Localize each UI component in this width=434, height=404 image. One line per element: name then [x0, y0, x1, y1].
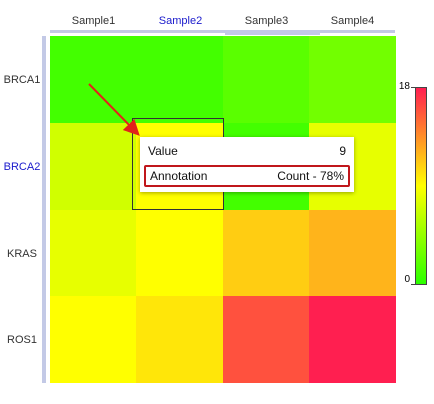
legend-min-label: 0 [404, 274, 410, 285]
row-header-ros1[interactable]: ROS1 [0, 296, 44, 383]
legend-color-scale [415, 87, 427, 285]
column-dendrogram-highlight [225, 31, 320, 35]
heatmap-cell-kras-sample2[interactable] [136, 209, 224, 297]
tooltip-annotation-label: Annotation [150, 169, 208, 183]
tooltip-value-label: Value [148, 144, 178, 158]
cell-tooltip: Value 9 Annotation Count - 78% [140, 137, 354, 192]
heatmap-cell-brca1-sample4[interactable] [308, 36, 396, 123]
heatmap-cell-brca1-sample1[interactable] [50, 36, 137, 123]
heatmap-cell-kras-sample3[interactable] [222, 209, 310, 297]
column-header-sample4[interactable]: Sample4 [309, 12, 396, 30]
column-dendrogram-bar [50, 30, 395, 33]
tooltip-value-row: Value 9 [144, 141, 350, 161]
row-header-kras[interactable]: KRAS [0, 210, 44, 297]
heatmap-cell-ros1-sample1[interactable] [50, 296, 137, 384]
tooltip-annotation-row: Annotation Count - 78% [144, 165, 350, 187]
tooltip-value: 9 [339, 144, 346, 158]
heatmap-cell-ros1-sample3[interactable] [222, 296, 310, 384]
tooltip-annotation-value: Count - 78% [277, 169, 344, 183]
column-header-sample1[interactable]: Sample1 [50, 12, 137, 30]
heatmap-widget: Sample1 Sample2 Sample3 Sample4 BRCA1 BR… [0, 0, 434, 404]
legend-tick-max [411, 87, 415, 88]
heatmap-cell-kras-sample4[interactable] [308, 209, 396, 297]
heatmap-cell-ros1-sample2[interactable] [136, 296, 224, 384]
heatmap-cell-brca1-sample3[interactable] [222, 36, 310, 123]
row-header-brca2[interactable]: BRCA2 [0, 123, 44, 210]
row-header-brca1[interactable]: BRCA1 [0, 36, 44, 123]
legend-tick-min [411, 284, 415, 285]
column-header-sample2[interactable]: Sample2 [137, 12, 224, 30]
heatmap-cell-kras-sample1[interactable] [50, 209, 137, 297]
legend-max-label: 18 [398, 81, 410, 92]
column-header-sample3[interactable]: Sample3 [223, 12, 310, 30]
heatmap-cell-brca2-sample1[interactable] [50, 122, 137, 210]
heatmap-cell-brca1-sample2[interactable] [136, 36, 224, 123]
heatmap-cell-ros1-sample4[interactable] [308, 296, 396, 384]
